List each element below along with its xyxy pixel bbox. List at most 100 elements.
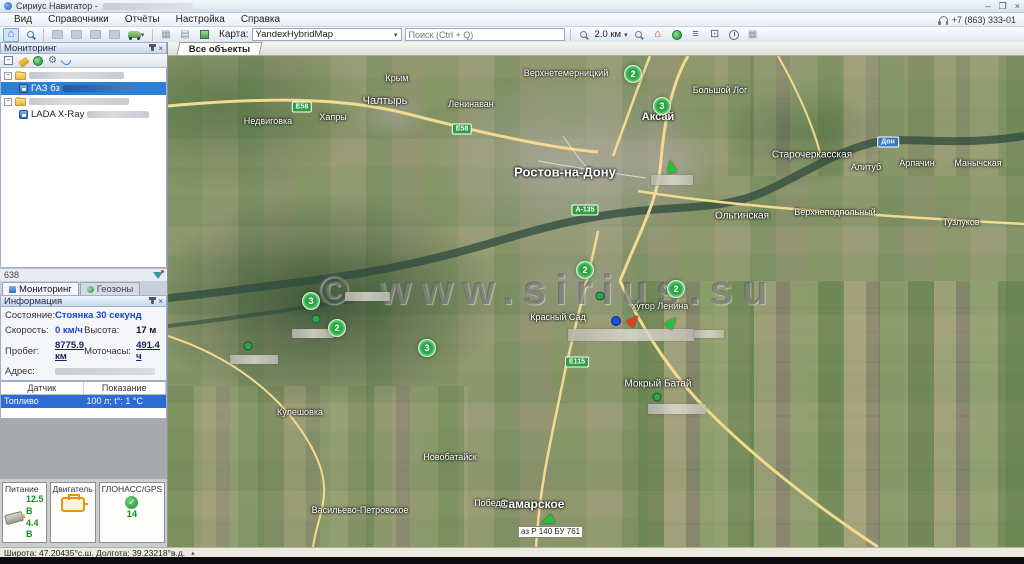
filter-row: 638 <box>0 268 167 281</box>
cluster-marker[interactable]: 2 <box>624 65 642 83</box>
map-place-label: Арпачин <box>899 158 934 168</box>
funnel-icon[interactable] <box>153 272 163 279</box>
lasso-icon <box>109 30 120 39</box>
map-type-select[interactable]: YandexHybridMap ▾ <box>252 28 402 41</box>
cluster-marker[interactable]: 2 <box>576 261 594 279</box>
expander-icon[interactable]: − <box>4 72 12 80</box>
sensor-row[interactable]: Топливо100 л; t°: 1 °C <box>1 395 166 408</box>
menu-item-3[interactable]: Настройка <box>168 13 233 26</box>
pin-icon[interactable] <box>151 297 154 304</box>
maximize-button[interactable]: ❐ <box>999 1 1007 12</box>
lasso-tool-button[interactable] <box>106 28 122 42</box>
map-place-label: Манычская <box>954 158 1001 168</box>
tree-vehicle[interactable]: LADA X-Ray <box>1 108 166 121</box>
print-button[interactable]: ▤ <box>177 28 193 42</box>
tab-all-objects[interactable]: Все объекты <box>177 42 263 55</box>
map-scale-value[interactable]: 2.0 км <box>595 29 622 40</box>
tree-group[interactable]: − <box>1 69 166 82</box>
zoom-in-button[interactable] <box>631 28 647 42</box>
speed-label: Скорость: <box>5 325 55 336</box>
redacted-text <box>29 72 124 79</box>
filter-count: 638 <box>4 270 19 280</box>
sensor-col-value[interactable]: Показание <box>84 382 167 394</box>
mileage-label: Пробег: <box>5 346 55 357</box>
menu-bar: ВидСправочникиОтчётыНастройкаСправка +7 … <box>0 13 1024 27</box>
satellite-icon[interactable] <box>60 54 73 67</box>
select-tool-button[interactable] <box>68 28 84 42</box>
power-main-voltage: 12.5 В <box>26 494 44 517</box>
close-button[interactable]: × <box>1015 1 1020 12</box>
map-place-label: Новобатайск <box>423 452 476 462</box>
zoom-out-button[interactable] <box>576 28 592 42</box>
tree-vehicle[interactable]: ГАЗ бз <box>1 82 166 95</box>
menu-item-2[interactable]: Отчёты <box>117 13 168 26</box>
zoom-in-icon <box>635 31 642 38</box>
region-tool-button[interactable] <box>87 28 103 42</box>
map-canvas[interactable]: © www.sirius.su Ростов-на-ДонуАксайЧалты… <box>168 56 1024 547</box>
caret-up-icon[interactable]: ▴ <box>191 549 195 557</box>
page-icon <box>52 30 63 39</box>
fullscreen-button[interactable]: ⊡ <box>707 28 723 42</box>
vehicle-dot-marker-blue[interactable] <box>611 316 621 326</box>
hours-value[interactable]: 491.4 ч <box>136 340 162 362</box>
menu-item-4[interactable]: Справка <box>233 13 288 26</box>
vehicle-dot-marker[interactable] <box>596 292 605 301</box>
speed-value: 0 км/ч <box>55 325 84 336</box>
report-page-button[interactable] <box>49 28 65 42</box>
map-place-label: Алитуб <box>851 162 881 172</box>
app-icon <box>4 2 12 10</box>
home-button[interactable]: ⌂ <box>3 28 19 42</box>
car-icon <box>128 31 141 38</box>
mileage-value[interactable]: 8775.9 км <box>55 340 84 362</box>
map-place-label: Ленинаван <box>448 99 494 109</box>
tree-group[interactable]: − <box>1 95 166 108</box>
menu-item-0[interactable]: Вид <box>6 13 40 26</box>
expander-icon[interactable]: − <box>4 98 12 106</box>
collapse-all-icon[interactable]: − <box>4 56 13 65</box>
road-badge: Дон <box>877 137 899 148</box>
minimize-button[interactable]: – <box>986 1 991 12</box>
vehicle-tree: − ГАЗ бз − LADA X-Ray <box>0 68 167 268</box>
tab-geozones[interactable]: Геозоны <box>80 282 141 295</box>
cluster-marker[interactable]: 2 <box>667 280 685 298</box>
redacted-text <box>29 98 129 105</box>
grid-button[interactable]: ▦ <box>745 28 761 42</box>
vehicle-plate-label[interactable]: аз Р 140 БУ 761 <box>518 526 583 538</box>
pin-icon[interactable] <box>151 44 154 51</box>
gear-icon[interactable]: ⚙ <box>48 55 57 66</box>
search-input[interactable] <box>405 28 565 41</box>
redacted-text <box>63 85 133 92</box>
state-label: Состояние: <box>5 310 55 321</box>
wrench-icon[interactable] <box>18 56 28 65</box>
state-value: Стоянка 30 секунд <box>55 310 162 321</box>
cluster-marker[interactable]: 3 <box>418 339 436 357</box>
vehicle-dot-marker[interactable] <box>312 315 321 324</box>
map-area: Все объекты © www.sirius.su Ростов-на-До… <box>168 42 1024 547</box>
package-button[interactable] <box>196 28 212 42</box>
status-indicators: Питание 12.5 В 4.4 В Двигатель ГЛОНАСС/G… <box>0 479 167 547</box>
caret-down-icon: ▾ <box>624 31 628 39</box>
vehicle-arrow-marker[interactable] <box>665 159 677 174</box>
map-place-label: Верхнеподпольный <box>794 207 875 217</box>
vehicle-dot-marker[interactable] <box>244 342 253 351</box>
vehicle-dot-marker[interactable] <box>653 393 662 402</box>
list-icon: ≡ <box>692 29 698 40</box>
cluster-marker[interactable]: 3 <box>302 292 320 310</box>
close-icon[interactable]: × <box>158 44 163 53</box>
vehicle-menu-button[interactable]: ▾ <box>125 28 147 42</box>
search-button[interactable] <box>22 28 38 42</box>
cluster-marker[interactable]: 3 <box>653 97 671 115</box>
redacted-text <box>87 111 149 118</box>
home-position-button[interactable]: ⌂ <box>650 28 666 42</box>
show-all-button[interactable] <box>669 28 685 42</box>
close-icon[interactable]: × <box>158 297 163 306</box>
window-title-redacted <box>103 3 193 10</box>
cluster-marker[interactable]: 2 <box>328 319 346 337</box>
globe-icon[interactable] <box>33 56 43 66</box>
sensor-col-name[interactable]: Датчик <box>1 382 84 394</box>
table-view-button[interactable]: ▦ <box>158 28 174 42</box>
legend-button[interactable]: ≡ <box>688 28 704 42</box>
tab-monitoring[interactable]: Мониторинг <box>2 282 79 295</box>
history-button[interactable] <box>726 28 742 42</box>
menu-item-1[interactable]: Справочники <box>40 13 117 26</box>
